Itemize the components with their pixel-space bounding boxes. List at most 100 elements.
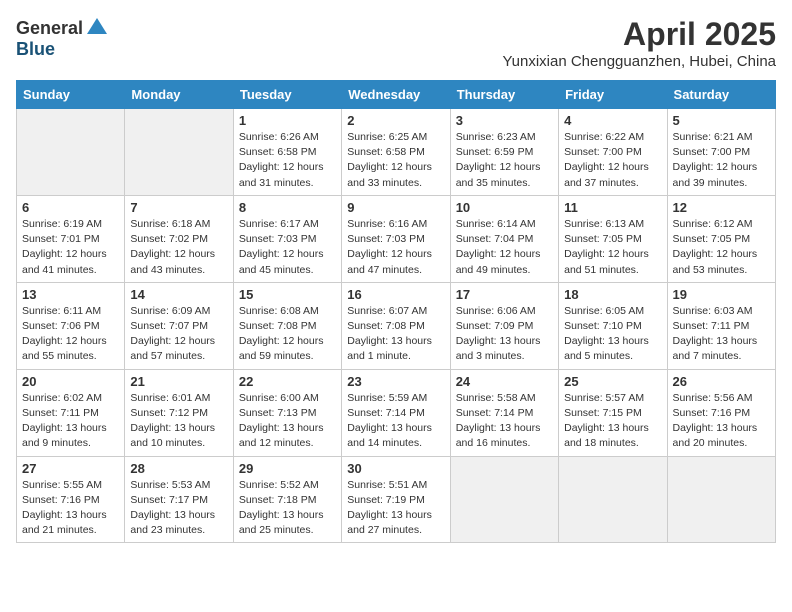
- day-number: 20: [22, 374, 119, 389]
- day-cell: 24 Sunrise: 5:58 AM Sunset: 7:14 PM Dayli…: [450, 369, 558, 456]
- col-header-thursday: Thursday: [450, 81, 558, 109]
- day-info: Sunrise: 5:58 AM Sunset: 7:14 PM Dayligh…: [456, 391, 553, 452]
- day-cell: 9 Sunrise: 6:16 AM Sunset: 7:03 PM Daylig…: [342, 195, 450, 282]
- day-number: 24: [456, 374, 553, 389]
- title-block: April 2025 Yunxixian Chengguanzhen, Hube…: [502, 16, 776, 70]
- day-info: Sunrise: 6:18 AM Sunset: 7:02 PM Dayligh…: [130, 217, 227, 278]
- day-info: Sunrise: 6:19 AM Sunset: 7:01 PM Dayligh…: [22, 217, 119, 278]
- day-cell: 16Sunrise: 6:07 AM Sunset: 7:08 PM Dayli…: [342, 282, 450, 369]
- calendar-subtitle: Yunxixian Chengguanzhen, Hubei, China: [502, 53, 776, 70]
- day-number: 17: [456, 287, 553, 302]
- day-number: 26: [673, 374, 770, 389]
- day-info: Sunrise: 5:59 AM Sunset: 7:14 PM Dayligh…: [347, 391, 444, 452]
- day-cell: [559, 456, 667, 543]
- day-info: Sunrise: 6:17 AM Sunset: 7:03 PM Dayligh…: [239, 217, 336, 278]
- col-header-tuesday: Tuesday: [233, 81, 341, 109]
- week-row-3: 13 Sunrise: 6:11 AM Sunset: 7:06 PM Dayli…: [17, 282, 776, 369]
- day-cell: 12 Sunrise: 6:12 AM Sunset: 7:05 PM Dayli…: [667, 195, 775, 282]
- day-number: 15: [239, 287, 336, 302]
- day-number: 11: [564, 200, 661, 215]
- day-number: 7: [130, 200, 227, 215]
- day-number: 25: [564, 374, 661, 389]
- day-cell: 15 Sunrise: 6:08 AM Sunset: 7:08 PM Dayli…: [233, 282, 341, 369]
- day-info: Sunrise: 6:01 AM Sunset: 7:12 PM Dayligh…: [130, 391, 227, 452]
- day-info: Sunrise: 5:51 AM Sunset: 7:19 PM Dayligh…: [347, 478, 444, 539]
- day-cell: 11Sunrise: 6:13 AM Sunset: 7:05 PM Dayli…: [559, 195, 667, 282]
- day-cell: 26 Sunrise: 5:56 AM Sunset: 7:16 PM Dayli…: [667, 369, 775, 456]
- day-cell: 8Sunrise: 6:17 AM Sunset: 7:03 PM Daylig…: [233, 195, 341, 282]
- day-cell: [450, 456, 558, 543]
- day-number: 9: [347, 200, 444, 215]
- calendar-title: April 2025: [502, 16, 776, 53]
- day-cell: [125, 109, 233, 196]
- day-info: Sunrise: 6:09 AM Sunset: 7:07 PM Dayligh…: [130, 304, 227, 365]
- day-info: Sunrise: 6:21 AM Sunset: 7:00 PM Dayligh…: [673, 130, 770, 191]
- day-cell: 1 Sunrise: 6:26 AM Sunset: 6:58 PM Daylig…: [233, 109, 341, 196]
- week-row-1: 1 Sunrise: 6:26 AM Sunset: 6:58 PM Daylig…: [17, 109, 776, 196]
- logo: General Blue: [16, 16, 109, 60]
- day-number: 4: [564, 113, 661, 128]
- day-cell: 23 Sunrise: 5:59 AM Sunset: 7:14 PM Dayli…: [342, 369, 450, 456]
- day-info: Sunrise: 6:07 AM Sunset: 7:08 PM Dayligh…: [347, 304, 444, 365]
- day-cell: 14Sunrise: 6:09 AM Sunset: 7:07 PM Dayli…: [125, 282, 233, 369]
- header: General Blue April 2025 Yunxixian Chengg…: [16, 16, 776, 70]
- col-header-sunday: Sunday: [17, 81, 125, 109]
- logo-general: General: [16, 19, 83, 37]
- day-cell: 25Sunrise: 5:57 AM Sunset: 7:15 PM Dayli…: [559, 369, 667, 456]
- day-cell: 18 Sunrise: 6:05 AM Sunset: 7:10 PM Dayli…: [559, 282, 667, 369]
- day-number: 2: [347, 113, 444, 128]
- day-cell: 10 Sunrise: 6:14 AM Sunset: 7:04 PM Dayli…: [450, 195, 558, 282]
- day-info: Sunrise: 6:22 AM Sunset: 7:00 PM Dayligh…: [564, 130, 661, 191]
- day-number: 13: [22, 287, 119, 302]
- day-number: 6: [22, 200, 119, 215]
- calendar-table: SundayMondayTuesdayWednesdayThursdayFrid…: [16, 80, 776, 543]
- day-number: 30: [347, 461, 444, 476]
- day-info: Sunrise: 6:06 AM Sunset: 7:09 PM Dayligh…: [456, 304, 553, 365]
- day-number: 10: [456, 200, 553, 215]
- day-number: 12: [673, 200, 770, 215]
- col-header-monday: Monday: [125, 81, 233, 109]
- day-info: Sunrise: 6:14 AM Sunset: 7:04 PM Dayligh…: [456, 217, 553, 278]
- day-number: 23: [347, 374, 444, 389]
- day-cell: 22 Sunrise: 6:00 AM Sunset: 7:13 PM Dayli…: [233, 369, 341, 456]
- day-info: Sunrise: 5:53 AM Sunset: 7:17 PM Dayligh…: [130, 478, 227, 539]
- header-row: SundayMondayTuesdayWednesdayThursdayFrid…: [17, 81, 776, 109]
- week-row-4: 20 Sunrise: 6:02 AM Sunset: 7:11 PM Dayli…: [17, 369, 776, 456]
- day-number: 27: [22, 461, 119, 476]
- day-cell: 17 Sunrise: 6:06 AM Sunset: 7:09 PM Dayli…: [450, 282, 558, 369]
- logo-blue: Blue: [16, 39, 55, 59]
- day-number: 19: [673, 287, 770, 302]
- week-row-5: 27 Sunrise: 5:55 AM Sunset: 7:16 PM Dayli…: [17, 456, 776, 543]
- day-cell: 28 Sunrise: 5:53 AM Sunset: 7:17 PM Dayli…: [125, 456, 233, 543]
- day-info: Sunrise: 5:55 AM Sunset: 7:16 PM Dayligh…: [22, 478, 119, 539]
- day-number: 21: [130, 374, 227, 389]
- day-info: Sunrise: 6:08 AM Sunset: 7:08 PM Dayligh…: [239, 304, 336, 365]
- day-cell: 27 Sunrise: 5:55 AM Sunset: 7:16 PM Dayli…: [17, 456, 125, 543]
- day-info: Sunrise: 6:03 AM Sunset: 7:11 PM Dayligh…: [673, 304, 770, 365]
- day-info: Sunrise: 6:02 AM Sunset: 7:11 PM Dayligh…: [22, 391, 119, 452]
- day-info: Sunrise: 6:16 AM Sunset: 7:03 PM Dayligh…: [347, 217, 444, 278]
- day-info: Sunrise: 6:12 AM Sunset: 7:05 PM Dayligh…: [673, 217, 770, 278]
- day-number: 18: [564, 287, 661, 302]
- day-cell: 19 Sunrise: 6:03 AM Sunset: 7:11 PM Dayli…: [667, 282, 775, 369]
- col-header-wednesday: Wednesday: [342, 81, 450, 109]
- day-info: Sunrise: 5:52 AM Sunset: 7:18 PM Dayligh…: [239, 478, 336, 539]
- day-cell: 20 Sunrise: 6:02 AM Sunset: 7:11 PM Dayli…: [17, 369, 125, 456]
- day-number: 28: [130, 461, 227, 476]
- day-info: Sunrise: 6:11 AM Sunset: 7:06 PM Dayligh…: [22, 304, 119, 365]
- logo-icon: [85, 16, 109, 40]
- col-header-saturday: Saturday: [667, 81, 775, 109]
- day-number: 22: [239, 374, 336, 389]
- day-cell: 30 Sunrise: 5:51 AM Sunset: 7:19 PM Dayli…: [342, 456, 450, 543]
- day-cell: 6 Sunrise: 6:19 AM Sunset: 7:01 PM Daylig…: [17, 195, 125, 282]
- day-cell: 7 Sunrise: 6:18 AM Sunset: 7:02 PM Daylig…: [125, 195, 233, 282]
- day-info: Sunrise: 5:56 AM Sunset: 7:16 PM Dayligh…: [673, 391, 770, 452]
- day-number: 3: [456, 113, 553, 128]
- day-cell: 3Sunrise: 6:23 AM Sunset: 6:59 PM Daylig…: [450, 109, 558, 196]
- day-info: Sunrise: 6:00 AM Sunset: 7:13 PM Dayligh…: [239, 391, 336, 452]
- day-cell: [667, 456, 775, 543]
- day-cell: 21 Sunrise: 6:01 AM Sunset: 7:12 PM Dayli…: [125, 369, 233, 456]
- day-info: Sunrise: 6:26 AM Sunset: 6:58 PM Dayligh…: [239, 130, 336, 191]
- day-number: 1: [239, 113, 336, 128]
- day-info: Sunrise: 6:05 AM Sunset: 7:10 PM Dayligh…: [564, 304, 661, 365]
